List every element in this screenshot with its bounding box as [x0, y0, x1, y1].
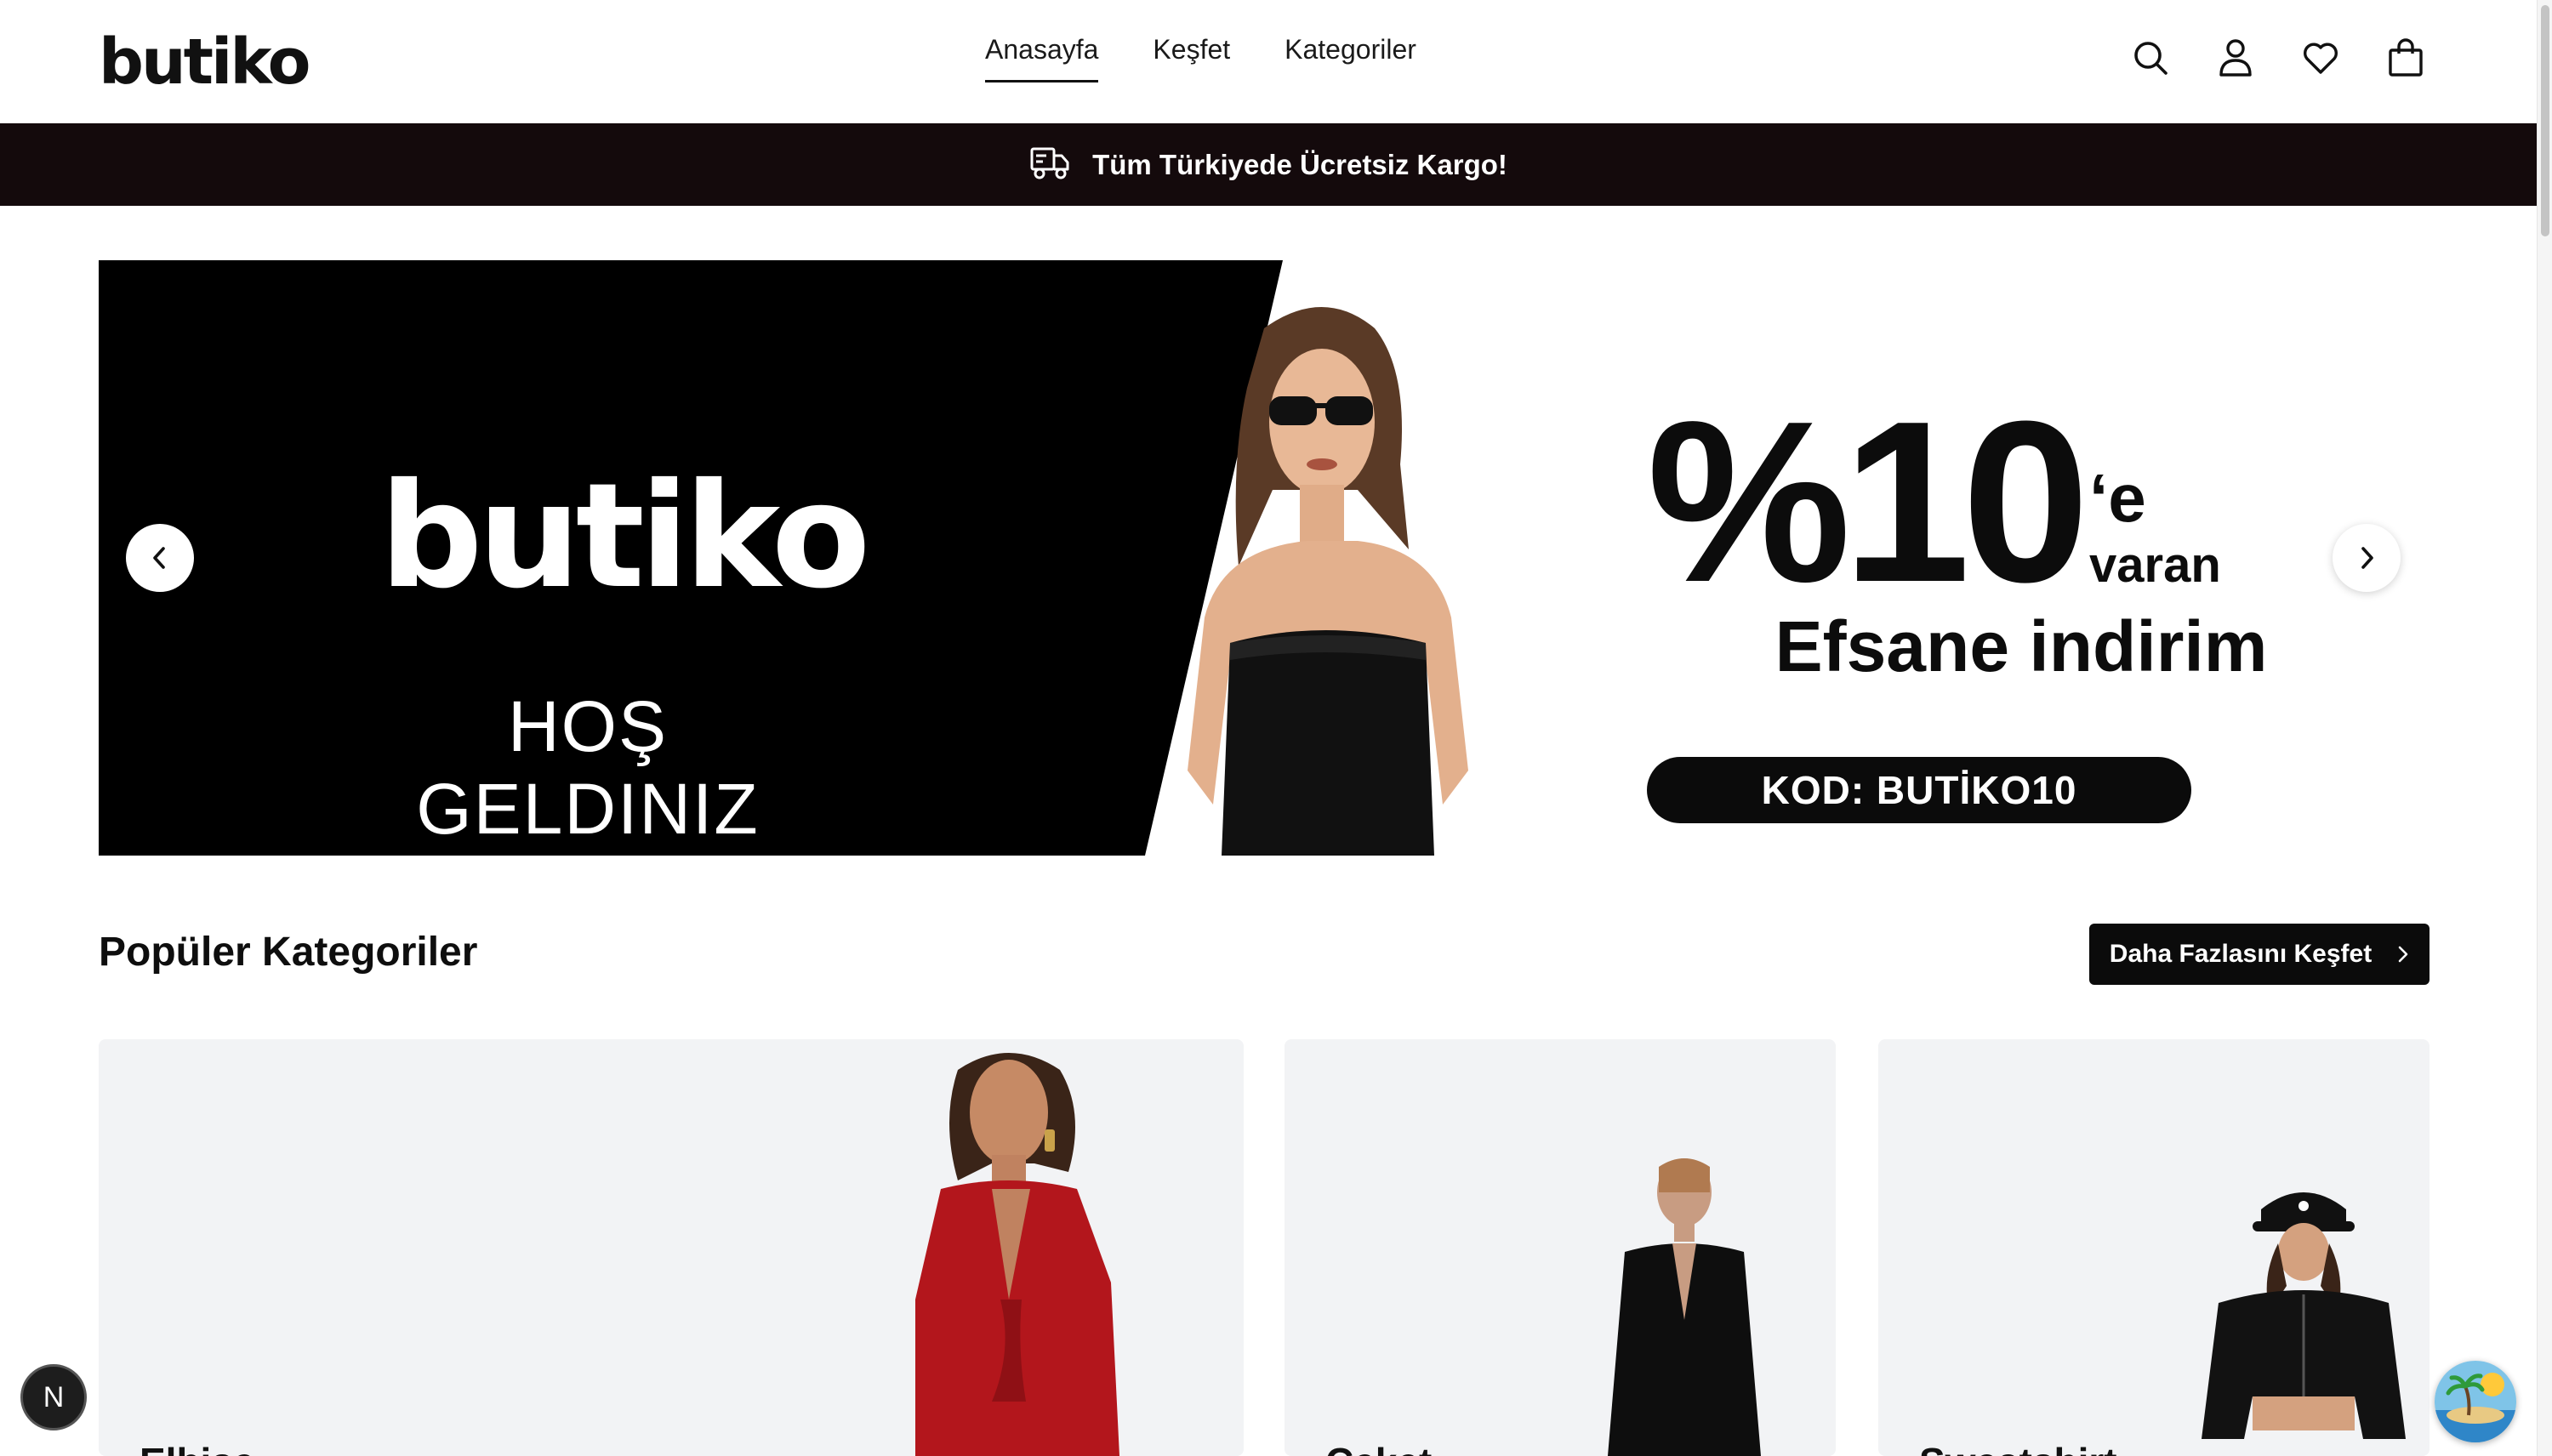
chevron-right-icon	[2361, 547, 2373, 569]
hero-welcome-text: HOŞ GELDINIZ	[416, 686, 760, 849]
site-header: butiko Anasayfa Keşfet Kategoriler	[0, 0, 2537, 123]
category-label-dress: Elbise	[140, 1439, 255, 1456]
discount-varan: varan	[2089, 537, 2221, 593]
category-image-sweatshirt	[2202, 1192, 2406, 1439]
category-image-jacket	[1608, 1158, 1761, 1456]
nav-item-categories[interactable]: Kategoriler	[1285, 34, 1416, 82]
hero-model-image	[1188, 307, 1468, 856]
category-image-dress	[915, 1053, 1119, 1456]
discount-code-badge: KOD: BUTİKO10	[1647, 757, 2191, 823]
shopping-bag-icon[interactable]	[2385, 37, 2426, 78]
nav-item-explore[interactable]: Keşfet	[1153, 34, 1230, 82]
discount-percentage: %10	[1647, 374, 2089, 630]
explore-more-button[interactable]: Daha Fazlasını Keşfet	[2089, 924, 2430, 985]
category-label-sweatshirt: Sweatshirt	[1919, 1439, 2117, 1456]
dev-tools-badge-label: N	[43, 1380, 65, 1413]
dev-tools-badge[interactable]: N	[20, 1364, 87, 1430]
category-card-dress[interactable]: Elbise	[99, 1039, 1244, 1456]
hero-slider: butiko HOŞ GELDINIZ %10 ‘e varan Efsane …	[99, 260, 2428, 856]
nav-item-home[interactable]: Anasayfa	[985, 34, 1099, 82]
search-icon[interactable]	[2130, 37, 2171, 78]
discount-suffix: ‘e	[2089, 460, 2146, 536]
chevron-right-icon	[2398, 946, 2408, 963]
category-card-jacket[interactable]: Ceket	[1285, 1039, 1836, 1456]
header-actions	[2130, 37, 2426, 78]
island-widget-icon[interactable]	[2435, 1361, 2516, 1442]
site-logo[interactable]: butiko	[99, 26, 310, 99]
scrollbar-thumb[interactable]	[2541, 5, 2549, 236]
delivery-truck-icon	[1029, 144, 1070, 185]
discount-label: Efsane indirim	[1774, 606, 2268, 686]
explore-more-label: Daha Fazlasını Keşfet	[2109, 940, 2373, 968]
chevron-left-icon	[153, 547, 165, 569]
section-title-popular-categories: Popüler Kategoriler	[99, 930, 478, 975]
slider-prev-button[interactable]	[126, 524, 194, 592]
free-shipping-banner: Tüm Türkiyede Ücretsiz Kargo!	[0, 123, 2537, 206]
main-nav: Anasayfa Keşfet Kategoriler	[985, 34, 1416, 82]
category-label-jacket: Ceket	[1325, 1439, 1432, 1456]
page-scrollbar[interactable]	[2537, 0, 2552, 1456]
slider-next-button[interactable]	[2333, 524, 2401, 592]
heart-icon[interactable]	[2300, 37, 2341, 78]
category-card-sweatshirt[interactable]: Sweatshirt	[1878, 1039, 2430, 1456]
hero-brand-logo: butiko	[379, 452, 871, 621]
free-shipping-text: Tüm Türkiyede Ücretsiz Kargo!	[1092, 148, 1507, 180]
user-icon[interactable]	[2215, 37, 2256, 78]
